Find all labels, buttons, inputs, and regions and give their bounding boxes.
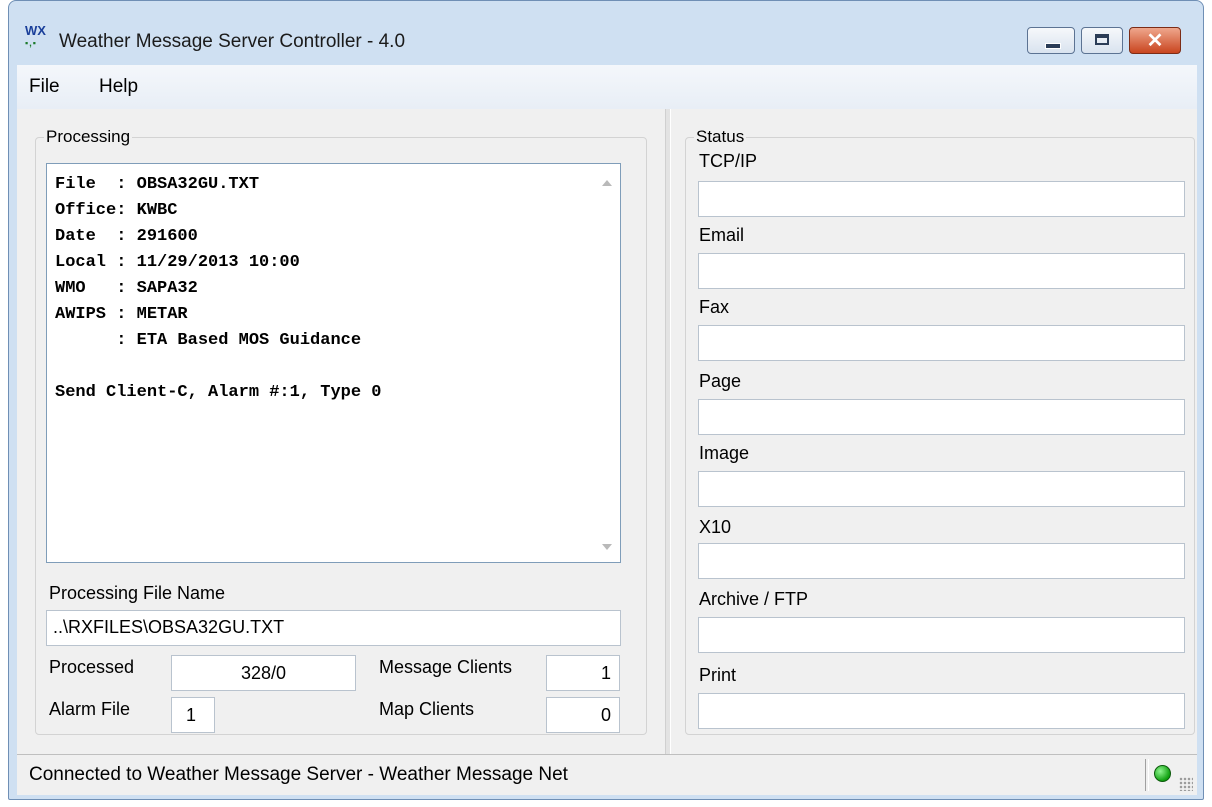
status-label-fax: Fax: [699, 297, 730, 317]
menu-help[interactable]: Help: [99, 76, 138, 98]
map-clients-label: Map Clients: [379, 699, 475, 719]
processing-log-text: File : OBSA32GU.TXT Office: KWBC Date : …: [55, 175, 382, 402]
status-field-fax[interactable]: [698, 325, 1185, 361]
status-field-page[interactable]: [698, 399, 1185, 435]
close-button[interactable]: ✕: [1129, 27, 1181, 54]
alarm-file-label: Alarm File: [49, 699, 131, 719]
status-label-page: Page: [699, 371, 742, 391]
status-label-archive-ftp: Archive / FTP: [699, 589, 809, 609]
scroll-down-icon[interactable]: [602, 544, 612, 550]
alarm-file-field[interactable]: 1: [171, 697, 215, 733]
processed-field[interactable]: 328/0: [171, 655, 356, 691]
status-group: Status TCP/IP Email Fax Page Image X10 A…: [685, 127, 1195, 735]
processed-label: Processed: [49, 657, 135, 677]
status-bar-text: Connected to Weather Message Server - We…: [29, 764, 568, 785]
processing-file-name-label: Processing File Name: [49, 583, 226, 603]
title-bar[interactable]: WX ▪,▪ Weather Message Server Controller…: [9, 1, 1203, 65]
message-clients-label: Message Clients: [379, 657, 513, 677]
status-bar-separator: [1145, 759, 1149, 791]
panel-splitter[interactable]: [665, 109, 671, 754]
resize-grip-icon[interactable]: [1179, 777, 1193, 791]
status-label-email: Email: [699, 225, 745, 245]
processing-group: Processing File : OBSA32GU.TXT Office: K…: [35, 127, 647, 735]
window-controls: ✕: [1021, 27, 1181, 55]
app-window: WX ▪,▪ Weather Message Server Controller…: [8, 0, 1204, 800]
status-field-email[interactable]: [698, 253, 1185, 289]
processing-file-name-field[interactable]: ..\RXFILES\OBSA32GU.TXT: [46, 610, 621, 646]
close-icon: ✕: [1146, 30, 1164, 52]
status-field-tcpip[interactable]: [698, 181, 1185, 217]
message-clients-field[interactable]: 1: [546, 655, 620, 691]
map-clients-field[interactable]: 0: [546, 697, 620, 733]
status-group-label: Status: [696, 127, 745, 146]
status-label-tcpip: TCP/IP: [699, 151, 758, 171]
menu-bar: File Help: [17, 65, 1197, 109]
minimize-button[interactable]: [1027, 27, 1075, 54]
status-label-image: Image: [699, 443, 750, 463]
scroll-up-icon[interactable]: [602, 180, 612, 186]
status-label-x10: X10: [699, 517, 732, 537]
maximize-icon: [1095, 34, 1109, 45]
status-field-x10[interactable]: [698, 543, 1185, 579]
status-field-print[interactable]: [698, 693, 1185, 729]
app-logo-icon: WX ▪,▪: [25, 23, 46, 48]
status-field-archive-ftp[interactable]: [698, 617, 1185, 653]
status-field-image[interactable]: [698, 471, 1185, 507]
window-title: Weather Message Server Controller - 4.0: [59, 31, 406, 52]
menu-file[interactable]: File: [29, 76, 60, 98]
status-bar: Connected to Weather Message Server - We…: [17, 754, 1197, 795]
maximize-button[interactable]: [1081, 27, 1123, 54]
client-area: Processing File : OBSA32GU.TXT Office: K…: [17, 109, 1197, 754]
connection-indicator-icon: [1154, 765, 1171, 782]
processing-group-label: Processing: [46, 127, 131, 146]
processing-log[interactable]: File : OBSA32GU.TXT Office: KWBC Date : …: [46, 163, 621, 563]
status-label-print: Print: [699, 665, 737, 685]
minimize-icon: [1045, 43, 1061, 49]
log-scrollbar[interactable]: [594, 164, 620, 562]
